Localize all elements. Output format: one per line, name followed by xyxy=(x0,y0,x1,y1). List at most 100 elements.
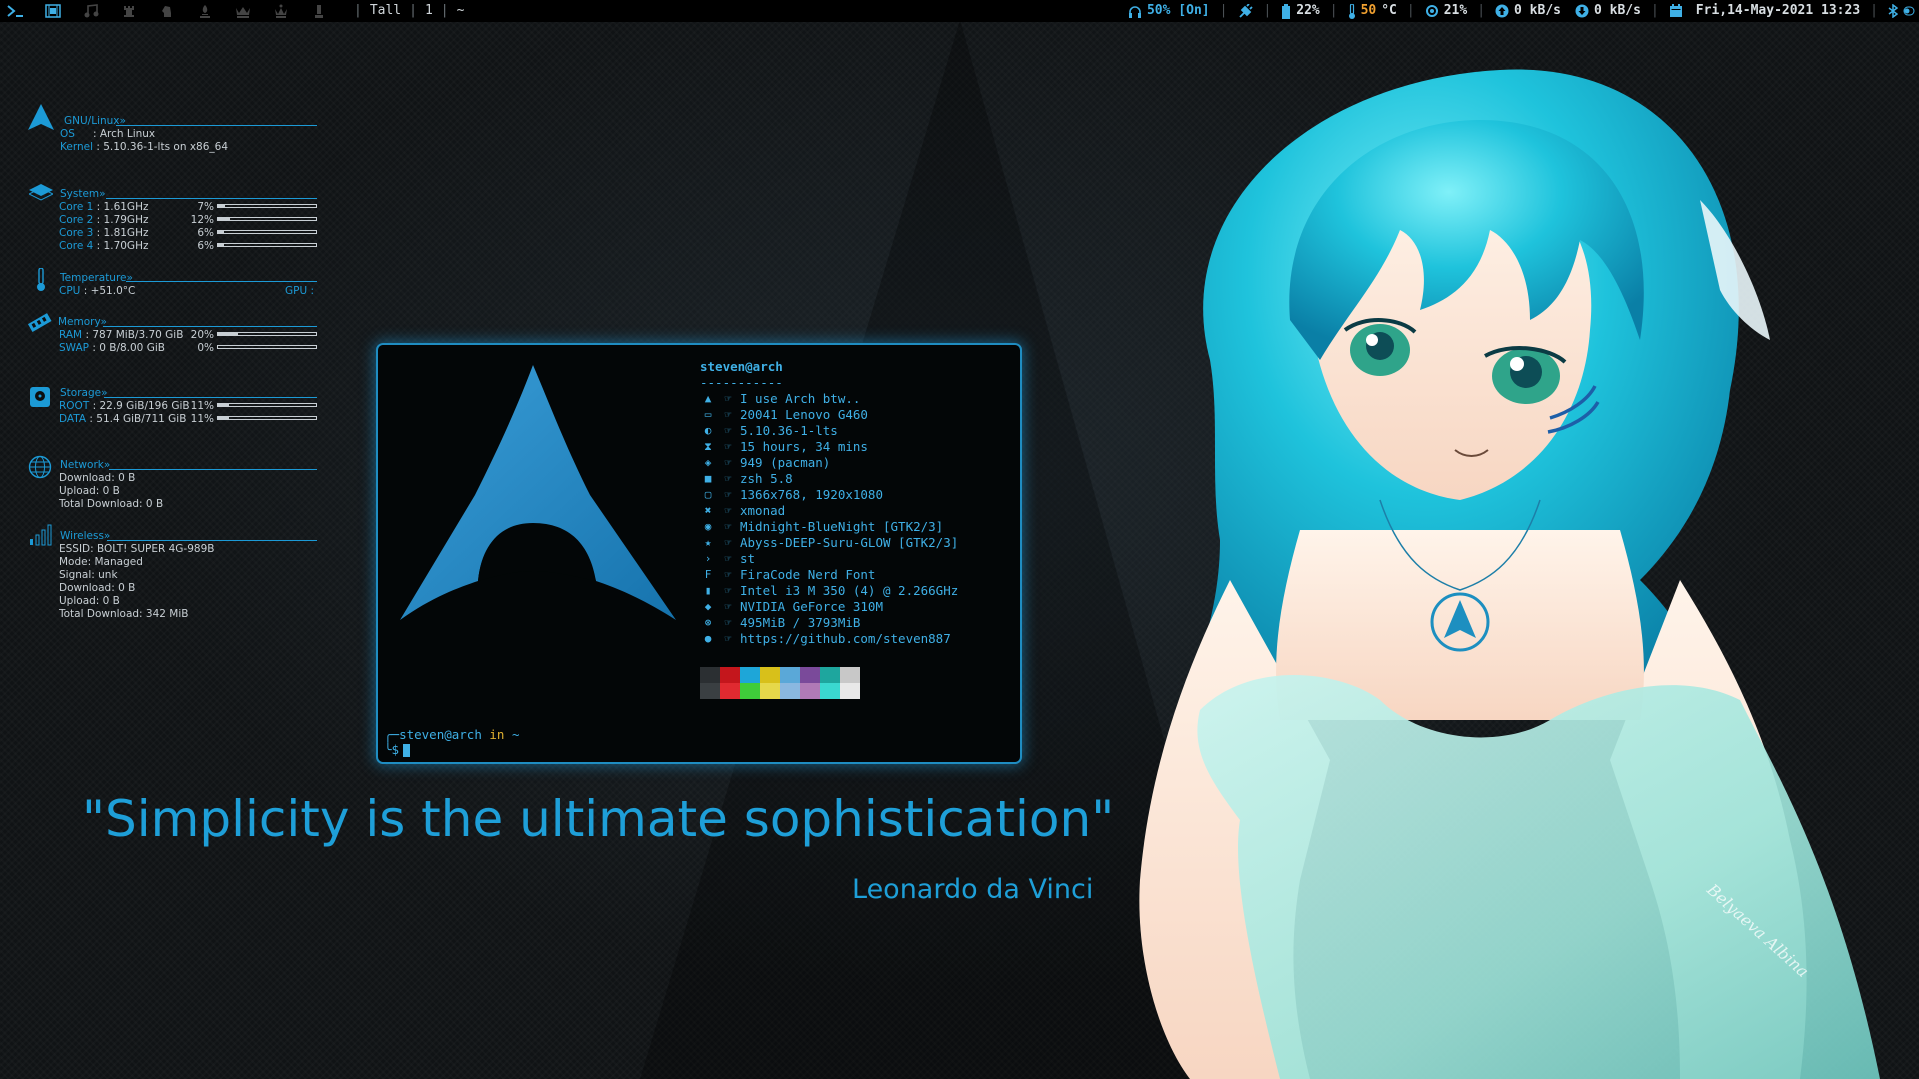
package-icon: ◈ xyxy=(704,456,712,469)
separator: | xyxy=(1650,3,1659,18)
separator: | xyxy=(1263,3,1272,18)
neofetch-line: ▭ ☞ 20041 Lenovo G460 xyxy=(700,407,958,423)
cpu-value: 21% xyxy=(1443,3,1468,18)
globe-icon xyxy=(28,455,52,479)
cpu-chip-icon xyxy=(29,184,53,201)
neofetch-value: FiraCode Nerd Font xyxy=(740,567,876,582)
neofetch-line: ● ☞ https://github.com/steven887 xyxy=(700,631,958,647)
neofetch-line: ▮ ☞ Intel i3 M 350 (4) @ 2.266GHz xyxy=(700,583,959,599)
pointing-hand-icon: ☞ xyxy=(724,424,732,437)
cpu-temp-value: : +51.0°C xyxy=(83,285,136,297)
anime-character-illustration xyxy=(1139,69,1880,1079)
terminal-window[interactable]: steven@arch ----------- ▲ ☞ I use Arch btw… xyxy=(376,343,1022,764)
core-row: Core 2 : 1.79GHz xyxy=(59,214,148,226)
clock[interactable]: Fri,14-May-2021 13:23 xyxy=(1669,0,1860,22)
window-count: 1 xyxy=(424,3,433,18)
separator: | xyxy=(440,3,449,18)
bluetooth-icon xyxy=(1888,4,1898,18)
pointing-hand-icon: ☞ xyxy=(724,600,732,613)
neofetch-line: ◉ ☞ Midnight-BlueNight [GTK2/3] xyxy=(700,519,958,535)
workspace-7[interactable] xyxy=(232,0,254,22)
color-swatch xyxy=(800,667,820,683)
neofetch-value: NVIDIA GeForce 310M xyxy=(740,599,883,614)
text-cursor[interactable] xyxy=(403,744,411,757)
cpu-temp-row: CPU : +51.0°C xyxy=(59,285,135,297)
core-row: Core 4 : 1.70GHz xyxy=(59,240,148,252)
workspace-terminal[interactable] xyxy=(4,0,26,22)
pointing-hand-icon: ☞ xyxy=(724,504,732,517)
neofetch-line: ◐ ☞ 5.10.36-1-lts xyxy=(700,423,958,439)
workspace-4[interactable] xyxy=(118,0,140,22)
layout-name[interactable]: Tall xyxy=(370,0,401,22)
pointing-hand-icon: ☞ xyxy=(724,488,732,501)
pointing-hand-icon: ☞ xyxy=(724,440,732,453)
download-indicator: 0 kB/s xyxy=(1575,0,1641,22)
neofetch-value: 20041 Lenovo G460 xyxy=(740,407,868,422)
cpu-icon xyxy=(1425,5,1438,17)
os-value: : Arch Linux xyxy=(92,128,156,140)
prompt-line-1: ╭─steven@arch in ~ xyxy=(384,727,520,742)
film-icon xyxy=(45,4,61,18)
swap-usage-bar xyxy=(217,345,317,349)
separator: | xyxy=(354,3,362,18)
volume-indicator[interactable]: 50% [On] xyxy=(1128,0,1210,22)
core-usage-fill xyxy=(218,244,224,246)
chess-bishop-icon xyxy=(200,5,210,18)
workspace-9[interactable] xyxy=(308,0,330,22)
data-label: DATA xyxy=(59,413,87,425)
workspace-6[interactable] xyxy=(194,0,216,22)
prompt-line-2: ╰$ xyxy=(384,742,520,757)
arch-logo-icon xyxy=(28,104,54,130)
upload-arrow-icon xyxy=(1495,4,1509,18)
chess-pawn-icon xyxy=(315,5,323,18)
color-swatch xyxy=(800,683,820,699)
root-row: ROOT : 22.9 GiB/196 GiB xyxy=(59,400,190,412)
chess-knight-icon xyxy=(162,6,171,17)
workspace-music[interactable] xyxy=(80,0,102,22)
color-swatch xyxy=(700,667,720,683)
neofetch-user-host: steven@arch xyxy=(700,359,958,375)
hard-drive-icon xyxy=(30,387,50,407)
swap-row: SWAP : 0 B/8.00 GiB xyxy=(59,342,165,354)
bluetooth-indicator[interactable] xyxy=(1888,4,1915,18)
color-swatch xyxy=(700,683,720,699)
workspace-8[interactable] xyxy=(270,0,292,22)
workspace-film[interactable] xyxy=(42,0,64,22)
workspace-5[interactable] xyxy=(156,0,178,22)
ram-label: RAM xyxy=(59,329,83,341)
core-usage-fill xyxy=(218,231,224,233)
temperature-unit: °C xyxy=(1381,3,1397,18)
root-label: ROOT xyxy=(59,400,90,412)
color-swatch xyxy=(840,667,860,683)
prompt-icon: › xyxy=(704,552,712,565)
neofetch-info-lines: ▲ ☞ I use Arch btw.. ▭ ☞ 20041 Lenovo G460 ◐ ☞ 5… xyxy=(700,391,958,647)
kernel-label: Kernel xyxy=(60,141,93,153)
terminal-icon xyxy=(7,5,23,17)
cpu-icon: ▮ xyxy=(704,584,712,597)
core-usage-bar xyxy=(217,217,317,221)
color-palette xyxy=(700,667,860,699)
core-row: Core 3 : 1.81GHz xyxy=(59,227,148,239)
temperature-indicator: 50 °C xyxy=(1348,0,1397,22)
chess-king-icon xyxy=(236,7,250,18)
ram-value: : 787 MiB/3.70 GiB xyxy=(85,329,184,341)
gpu-icon: ◆ xyxy=(704,600,712,613)
net-download-row: Download: 0 B xyxy=(59,472,136,484)
temperature-value: 50 xyxy=(1360,3,1377,18)
section-divider xyxy=(107,540,317,541)
pointing-hand-icon: ☞ xyxy=(724,632,732,645)
signal-bars-icon xyxy=(30,524,52,546)
core-frequency: : 1.79GHz xyxy=(96,214,149,226)
core-label: Core 3 xyxy=(59,227,94,239)
root-percent: 11% xyxy=(190,400,214,412)
core-percent: 12% xyxy=(190,214,214,226)
laptop-icon: ▭ xyxy=(704,408,712,421)
neofetch-output: steven@arch ----------- ▲ ☞ I use Arch btw… xyxy=(700,359,958,647)
neofetch-line: F ☞ FiraCode Nerd Font xyxy=(700,567,958,583)
github-icon: ● xyxy=(704,632,712,645)
gpu-temp-row: GPU : xyxy=(285,285,314,297)
shell-prompt[interactable]: ╭─steven@arch in ~ ╰$ xyxy=(384,727,520,757)
neofetch-value: 5.10.36-1-lts xyxy=(740,423,838,438)
power-indicator xyxy=(1237,4,1254,18)
color-swatch xyxy=(820,683,840,699)
